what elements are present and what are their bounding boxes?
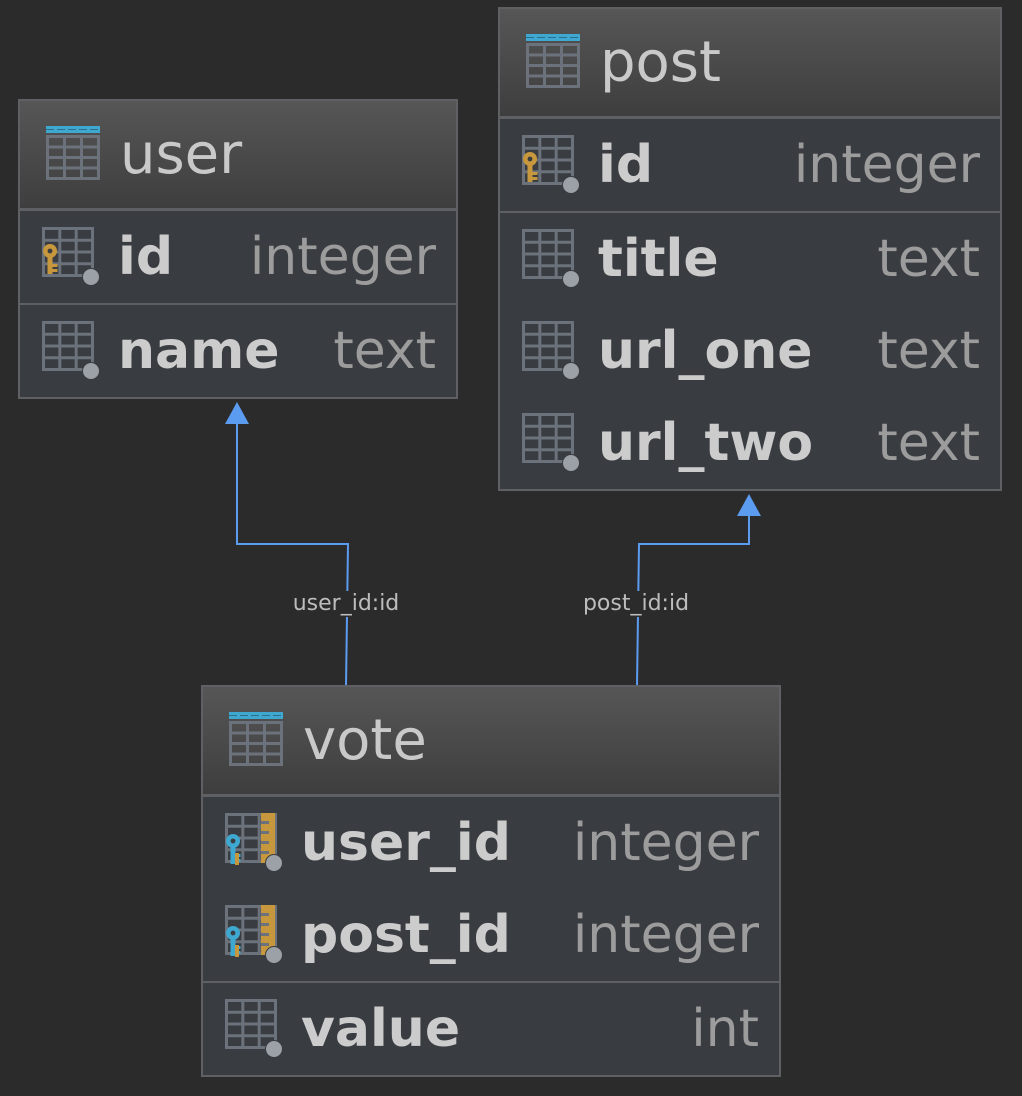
vote-column-row-user-id[interactable]: user_id integer: [203, 797, 779, 889]
primary-foreign-key-column-icon: [221, 809, 285, 877]
column-type: integer: [249, 227, 436, 287]
vote-column-row-post-id[interactable]: post_id integer: [203, 889, 779, 981]
column-name: value: [301, 999, 461, 1059]
column-name: name: [118, 321, 280, 381]
post-column-row-title[interactable]: title text: [500, 213, 1000, 305]
table-icon: [524, 32, 582, 94]
vote-user-relation-line: [236, 420, 350, 687]
column-type: int: [691, 999, 759, 1059]
column-icon: [38, 317, 102, 385]
column-icon: [518, 317, 582, 385]
post-table[interactable]: post id integer title text url_one text url_two…: [498, 7, 1002, 491]
column-icon: [518, 225, 582, 293]
primary-key-column-icon: [38, 223, 102, 291]
post-column-row-id[interactable]: id integer: [500, 119, 1000, 211]
user-column-group: id integer: [20, 211, 456, 303]
post-table-header[interactable]: post: [500, 9, 1000, 119]
column-type: text: [877, 321, 980, 381]
user-table-title: user: [120, 122, 243, 187]
post-column-row-url-one[interactable]: url_one text: [500, 305, 1000, 397]
user-column-row-name[interactable]: name text: [20, 305, 456, 397]
primary-key-column-icon: [518, 131, 582, 199]
column-type: text: [877, 413, 980, 473]
post-relation-arrowhead: [737, 494, 761, 516]
column-name: id: [598, 135, 654, 195]
user-table[interactable]: user id integer name text: [18, 99, 458, 399]
column-name: user_id: [301, 813, 511, 873]
column-type: text: [877, 229, 980, 289]
table-icon: [44, 124, 102, 186]
column-type: integer: [793, 135, 980, 195]
primary-foreign-key-column-icon: [221, 901, 285, 969]
table-icon: [227, 710, 285, 772]
vote-table[interactable]: vote user_id integer post_id integer value int: [201, 685, 781, 1077]
column-name: id: [118, 227, 174, 287]
column-name: title: [598, 229, 719, 289]
vote-column-group: value int: [203, 981, 779, 1075]
user-relation-label: user_id:id: [290, 591, 402, 617]
vote-table-title: vote: [303, 708, 427, 773]
column-name: url_two: [598, 413, 814, 473]
column-icon: [518, 409, 582, 477]
column-icon: [221, 995, 285, 1063]
post-column-row-url-two[interactable]: url_two text: [500, 397, 1000, 489]
user-relation-arrowhead: [225, 402, 249, 424]
column-type: integer: [572, 905, 759, 965]
vote-column-row-value[interactable]: value int: [203, 983, 779, 1075]
column-name: post_id: [301, 905, 511, 965]
post-column-group: id integer: [500, 119, 1000, 211]
column-name: url_one: [598, 321, 813, 381]
user-column-group: name text: [20, 303, 456, 397]
user-column-row-id[interactable]: id integer: [20, 211, 456, 303]
column-type: integer: [572, 813, 759, 873]
vote-table-header[interactable]: vote: [203, 687, 779, 797]
column-type: text: [333, 321, 436, 381]
user-table-header[interactable]: user: [20, 101, 456, 211]
vote-column-group: user_id integer post_id integer: [203, 797, 779, 981]
post-relation-label: post_id:id: [580, 591, 692, 617]
post-table-title: post: [600, 30, 721, 95]
post-column-group: title text url_one text url_two text: [500, 211, 1000, 489]
